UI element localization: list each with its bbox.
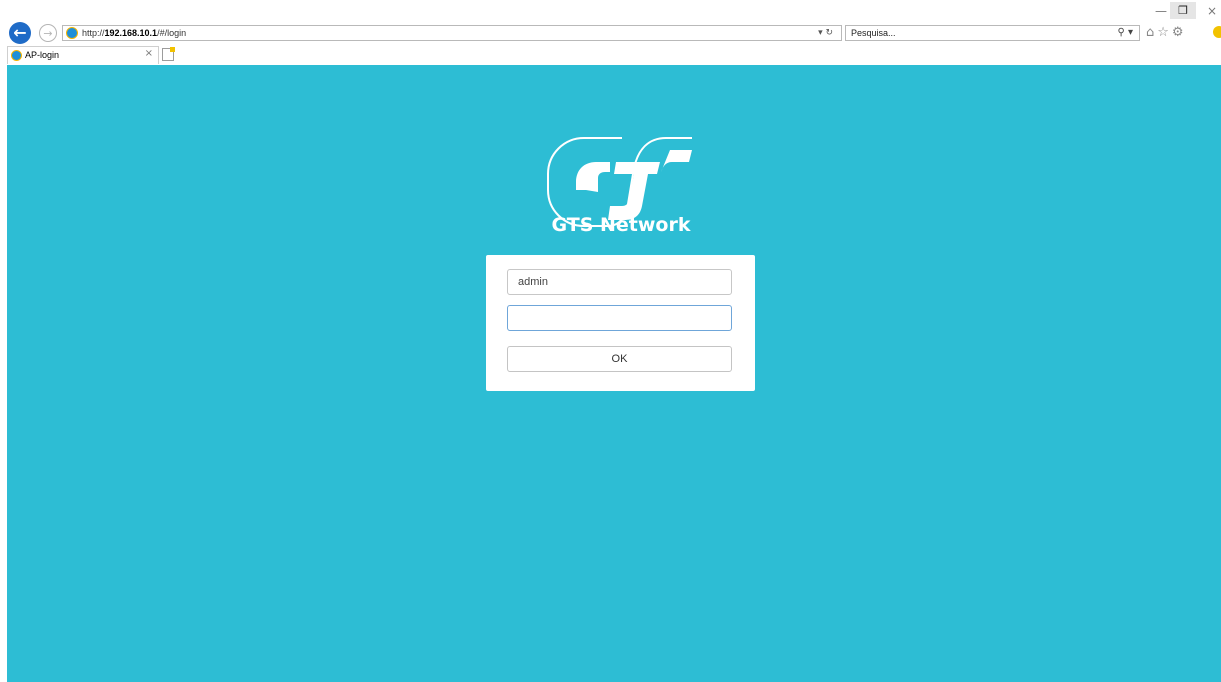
brand-name: GTS Network (551, 214, 691, 236)
tab-ie-icon (11, 50, 22, 61)
refresh-icon[interactable]: ▾ ↻ (818, 26, 833, 40)
login-card: admin OK (486, 255, 755, 391)
search-box[interactable]: Pesquisa... ⚲ ▾ (845, 25, 1140, 41)
search-icon[interactable]: ⚲ ▾ (1117, 26, 1133, 40)
back-arrow-icon[interactable]: ← (9, 22, 31, 44)
tab-ap-login[interactable]: AP-login × (7, 46, 159, 64)
ie-logo-icon (66, 27, 78, 39)
password-input[interactable] (507, 305, 732, 331)
browser-chrome: ← → http://192.168.10.1/#/login ▾ ↻ Pesq… (0, 0, 1221, 65)
minimize-icon[interactable]: — (1155, 4, 1167, 18)
address-url: http://192.168.10.1/#/login (82, 27, 186, 40)
url-host: 192.168.10.1 (104, 28, 158, 38)
tab-close-icon[interactable]: × (145, 48, 153, 59)
new-tab-icon[interactable] (162, 47, 175, 61)
address-bar[interactable]: http://192.168.10.1/#/login ▾ ↻ (62, 25, 842, 41)
forward-arrow-icon[interactable]: → (39, 24, 57, 42)
url-path: /#/login (157, 28, 187, 38)
ok-button[interactable]: OK (507, 346, 732, 372)
window-close-icon[interactable]: × (1207, 4, 1217, 18)
username-input[interactable]: admin (507, 269, 732, 295)
login-page: GTS Network admin OK (7, 65, 1221, 682)
restore-icon[interactable]: ❐ (1170, 2, 1196, 19)
url-scheme: http:// (82, 28, 105, 38)
tab-bar: AP-login × (0, 46, 1221, 65)
username-value: admin (518, 276, 548, 288)
feedback-smiley-icon[interactable] (1213, 26, 1221, 38)
toolbar-icons[interactable]: ⌂☆⚙ (1146, 25, 1187, 41)
tab-title: AP-login (25, 50, 60, 60)
search-placeholder: Pesquisa... (851, 28, 896, 38)
